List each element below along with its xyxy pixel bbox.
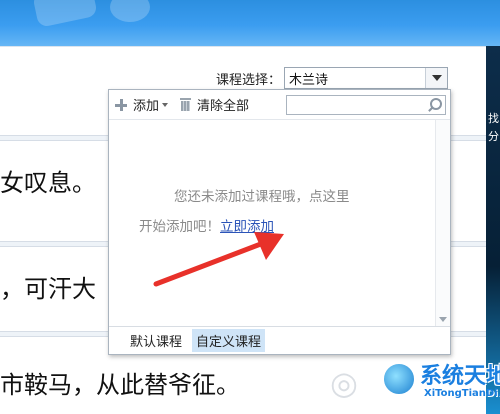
course-selector-row: 课程选择： 木兰诗: [216, 66, 449, 90]
empty-state-line: 开始添加吧！立即添加: [139, 212, 409, 242]
header-decoration: [32, 0, 98, 28]
watermark-url: XiTongTianDi.net: [424, 388, 500, 399]
plus-icon: [115, 98, 127, 111]
watermark-title: 系统天地: [420, 364, 500, 389]
text-line: 市鞍马，从此替爷征。: [0, 371, 240, 399]
watermark-logo-icon: [382, 362, 416, 396]
empty-state-text: 开始添加吧！: [139, 219, 220, 235]
clear-all-button[interactable]: 清除全部: [180, 95, 249, 114]
trash-icon: [180, 98, 192, 111]
empty-state-message: 您还未添加过课程哦，点这里 开始添加吧！立即添加: [139, 182, 409, 242]
caret-down-icon: [162, 102, 169, 107]
text-line: ，可汗大: [0, 275, 96, 303]
watermark: ◎ 系统天地 XiTongTianDi.net: [330, 356, 500, 414]
course-select[interactable]: 木兰诗: [284, 67, 449, 89]
text-line: 女叹息。: [0, 169, 96, 197]
chevron-down-icon[interactable]: [425, 68, 448, 88]
course-dropdown-panel: 添加 清除全部 您还未添加过课程哦，点这里 开始添加吧！立即添加 默认课程 自定…: [108, 89, 451, 355]
watermark-ghost-text: ◎: [330, 364, 358, 402]
search-input[interactable]: [286, 95, 446, 115]
panel-scrollbar[interactable]: [435, 120, 450, 326]
course-select-value: 木兰诗: [289, 72, 329, 88]
add-button[interactable]: 添加: [115, 95, 169, 114]
side-text: 找 分: [488, 112, 499, 143]
scroll-down-arrow-icon[interactable]: [439, 317, 447, 322]
add-now-link[interactable]: 立即添加: [220, 219, 274, 235]
panel-toolbar: 添加 清除全部: [109, 90, 450, 120]
course-select-label: 课程选择：: [216, 72, 282, 88]
tab-custom-courses[interactable]: 自定义课程: [192, 329, 266, 352]
header-decoration: [110, 0, 150, 22]
tab-default-courses[interactable]: 默认课程: [126, 329, 186, 352]
add-button-label: 添加: [133, 99, 160, 114]
empty-state-line: 您还未添加过课程哦，点这里: [174, 189, 350, 205]
app-header-banner: [0, 0, 500, 46]
clear-all-label: 清除全部: [197, 99, 250, 114]
course-tabs: 默认课程 自定义课程: [109, 326, 450, 354]
search-icon[interactable]: [427, 98, 442, 112]
